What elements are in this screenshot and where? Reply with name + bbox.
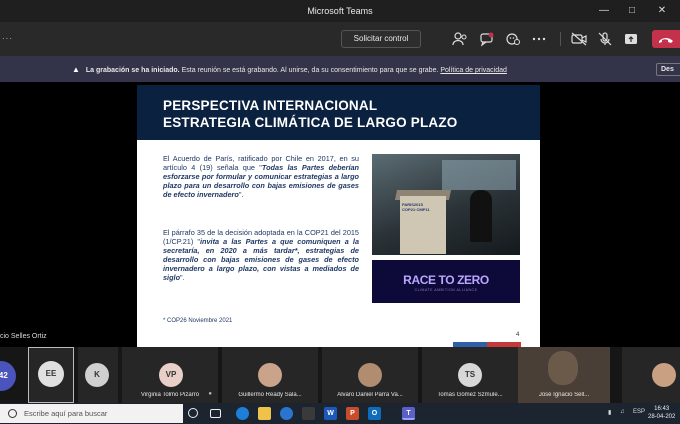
slide-paragraph-1: El Acuerdo de París, ratificado por Chil… (163, 154, 359, 199)
slide-title-line1: PERSPECTIVA INTERNACIONAL (163, 98, 378, 113)
participant-name: Tomás Gómez Szmule... (437, 392, 503, 398)
search-icon (8, 409, 17, 418)
dismiss-button[interactable]: Des (656, 63, 680, 76)
participants-strip: +42 EE K VP Virginia Tolmo Pizarro ● Gui… (0, 347, 680, 403)
race-logo-subtitle: CLIMATE AMBITION ALLIANCE (414, 288, 478, 292)
overflow-tile[interactable]: +42 (0, 347, 22, 403)
participant-tile[interactable] (622, 347, 680, 403)
avatar: EE (38, 361, 64, 387)
mic-off-icon[interactable] (596, 31, 614, 47)
banner-heading: La grabación se ha iniciado. (85, 67, 180, 74)
avatar (652, 363, 676, 387)
task-view-icon[interactable] (210, 409, 221, 418)
input-language[interactable]: ESP (633, 409, 645, 415)
photo-person (470, 190, 492, 242)
more-actions-icon[interactable] (530, 31, 548, 47)
participant-tile[interactable]: Alvaro Daniel Parra Va... (322, 347, 418, 403)
browser-icon[interactable] (280, 407, 293, 420)
hang-up-button[interactable] (652, 30, 680, 48)
reactions-icon[interactable] (504, 31, 522, 47)
cortana-icon[interactable] (188, 408, 198, 418)
presenter-name: cio Selles Ortiz (0, 333, 47, 340)
title-bar: Microsoft Teams — □ ✕ (0, 0, 680, 22)
slide-title-line2: ESTRATEGIA CLIMÁTICA DE LARGO PLAZO (163, 115, 458, 130)
cop21-podium-photo: PARIS2015 COP21·CMP11 (372, 154, 520, 255)
recording-banner: ▲ La grabación se ha iniciado. Esta reun… (0, 56, 680, 82)
taskbar-search[interactable]: Escribe aquí para buscar (0, 404, 183, 423)
slide-footnote: * COP26 Noviembre 2021 (163, 318, 233, 324)
participant-video (548, 351, 578, 385)
minimize-icon[interactable]: — (596, 3, 612, 19)
store-icon[interactable] (302, 407, 315, 420)
slide-page-number: 4 (516, 332, 520, 338)
edge-icon[interactable] (236, 407, 249, 420)
outlook-icon[interactable]: O (368, 407, 381, 420)
clock-date: 28-04-202 (648, 414, 676, 420)
paragraph-1-end: ". (238, 190, 244, 200)
slide-paragraph-2: El párrafo 35 de la decisión adoptada en… (163, 228, 359, 283)
chat-icon[interactable] (478, 31, 496, 47)
race-logo-title: RACE TO ZERO (403, 273, 489, 287)
meeting-toolbar: ··· Solicitar control (0, 22, 680, 56)
word-icon[interactable]: W (324, 407, 337, 420)
avatar (258, 363, 282, 387)
search-placeholder: Escribe aquí para buscar (24, 409, 108, 418)
participant-tile[interactable]: VP Virginia Tolmo Pizarro ● (122, 347, 218, 403)
privacy-policy-link[interactable]: Política de privacidad (440, 67, 507, 74)
participant-name: Guillermo Ready Sala... (238, 392, 302, 398)
camera-off-icon[interactable] (570, 31, 588, 47)
slide-header: PERSPECTIVA INTERNACIONAL ESTRATEGIA CLI… (137, 85, 540, 140)
podium-label: PARIS2015 COP21·CMP11 (402, 202, 430, 212)
banner-content: ▲ La grabación se ha iniciado. Esta reun… (72, 65, 507, 74)
powerpoint-icon[interactable]: P (346, 407, 359, 420)
windows-taskbar: Escribe aquí para buscar W P O T ▮ ♫ ESP… (0, 403, 680, 424)
warning-icon: ▲ (72, 65, 80, 74)
participant-video-tile[interactable]: José Ignacio Sell... (518, 347, 610, 403)
participant-name: Alvaro Daniel Parra Va... (337, 392, 403, 398)
presentation-slide: PERSPECTIVA INTERNACIONAL ESTRATEGIA CLI… (137, 85, 540, 347)
participant-tile[interactable]: EE (28, 347, 74, 403)
banner-message: Esta reunión se está grabando. Al unirse… (181, 67, 439, 74)
network-icon[interactable]: ▮ (608, 409, 611, 416)
file-explorer-icon[interactable] (258, 407, 271, 420)
clock-time: 16:43 (654, 406, 670, 412)
teams-icon[interactable]: T (402, 407, 415, 420)
participant-tile[interactable]: K (78, 347, 118, 403)
participant-name: Virginia Tolmo Pizarro (140, 392, 200, 398)
shared-content-stage: PERSPECTIVA INTERNACIONAL ESTRATEGIA CLI… (0, 82, 680, 347)
share-screen-icon[interactable] (622, 31, 640, 47)
avatar (358, 363, 382, 387)
close-icon[interactable]: ✕ (654, 3, 670, 19)
paragraph-2-end: ". (180, 273, 185, 283)
request-control-button[interactable]: Solicitar control (341, 30, 421, 48)
volume-icon[interactable]: ♫ (620, 409, 625, 415)
toolbar-divider (560, 32, 561, 46)
avatar: VP (159, 363, 183, 387)
race-to-zero-logo: RACE TO ZERO CLIMATE AMBITION ALLIANCE (372, 260, 520, 303)
avatar: TS (458, 363, 482, 387)
overflow-count: +42 (0, 361, 16, 391)
participants-icon[interactable] (451, 31, 469, 47)
participant-tile[interactable]: Guillermo Ready Sala... (222, 347, 318, 403)
teams-window: Microsoft Teams — □ ✕ ··· Solicitar cont… (0, 0, 680, 424)
mic-muted-icon: ● (208, 391, 212, 397)
maximize-icon[interactable]: □ (624, 3, 640, 19)
avatar: K (85, 363, 109, 387)
more-left-icon[interactable]: ··· (2, 34, 13, 43)
taskbar-clock[interactable]: 16:43 28-04-202 (648, 405, 675, 421)
participant-tile[interactable]: TS Tomás Gómez Szmule... (422, 347, 518, 403)
window-title: Microsoft Teams (307, 6, 373, 16)
photo-screen (442, 160, 516, 190)
participant-name: José Ignacio Sell... (538, 392, 590, 398)
